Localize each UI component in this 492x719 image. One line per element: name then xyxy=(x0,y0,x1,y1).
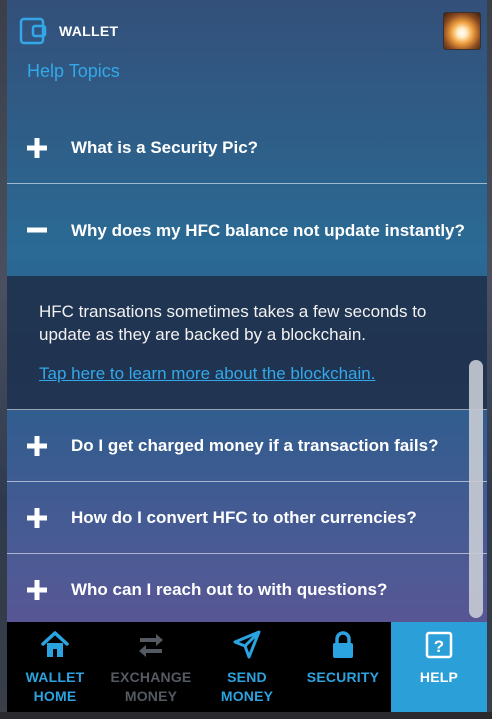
tab-label: WALLET xyxy=(25,669,85,685)
faq-question: Who can I reach out to with questions? xyxy=(71,580,388,599)
faq-list: What is a Security Pic? Why does my HFC … xyxy=(7,112,487,625)
home-icon xyxy=(40,630,70,660)
blockchain-link[interactable]: Tap here to learn more about the blockch… xyxy=(39,364,375,384)
bottom-tab-bar: WALLET HOME EXCHANGE MONEY SEND MONEY SE… xyxy=(7,622,487,712)
tab-label: SEND xyxy=(227,669,267,685)
plus-icon xyxy=(27,137,47,158)
minus-icon xyxy=(27,220,47,240)
scrollbar-thumb[interactable] xyxy=(469,360,483,618)
tab-exchange-money[interactable]: EXCHANGE MONEY xyxy=(103,622,199,712)
faq-question: Do I get charged money if a transaction … xyxy=(71,436,439,455)
faq-question: Why does my HFC balance not update insta… xyxy=(71,220,465,240)
question-box-icon: ? xyxy=(424,630,454,660)
plus-icon xyxy=(27,579,47,600)
plus-icon xyxy=(27,435,47,456)
faq-item[interactable]: Do I get charged money if a transaction … xyxy=(7,410,487,482)
tab-label: HOME xyxy=(33,688,77,704)
exchange-arrows-icon xyxy=(136,630,166,660)
tab-label: SECURITY xyxy=(306,669,380,685)
header: WALLET xyxy=(7,0,487,60)
page-title: Help Topics xyxy=(27,61,120,81)
tab-help[interactable]: ? HELP xyxy=(391,622,487,712)
app-title: WALLET xyxy=(59,23,119,39)
tab-wallet-home[interactable]: WALLET HOME xyxy=(7,622,103,712)
avatar[interactable] xyxy=(443,12,481,50)
faq-answer: HFC transations sometimes takes a few se… xyxy=(7,276,487,410)
tab-send-money[interactable]: SEND MONEY xyxy=(199,622,295,712)
tab-label: HELP xyxy=(419,669,459,685)
tab-label: MONEY xyxy=(124,688,178,704)
answer-text: HFC transations sometimes takes a few se… xyxy=(39,302,427,344)
wallet-icon xyxy=(19,17,49,45)
faq-item[interactable]: How do I convert HFC to other currencies… xyxy=(7,482,487,554)
faq-item[interactable]: What is a Security Pic? xyxy=(7,112,487,184)
left-edge xyxy=(0,0,7,719)
bottom-edge xyxy=(0,712,492,719)
plus-icon xyxy=(27,507,47,528)
lock-icon xyxy=(328,630,358,660)
faq-item[interactable]: Who can I reach out to with questions? xyxy=(7,554,487,625)
help-panel: WALLET Help Topics What is a Security Pi… xyxy=(7,0,487,719)
paper-plane-icon xyxy=(232,630,262,660)
tab-security[interactable]: SECURITY xyxy=(295,622,391,712)
tab-label: MONEY xyxy=(220,688,274,704)
faq-item-expanded[interactable]: Why does my HFC balance not update insta… xyxy=(7,184,487,276)
tab-label: EXCHANGE xyxy=(110,669,192,685)
faq-question: How do I convert HFC to other currencies… xyxy=(71,508,417,527)
faq-question: What is a Security Pic? xyxy=(71,138,259,157)
svg-text:?: ? xyxy=(434,637,444,656)
